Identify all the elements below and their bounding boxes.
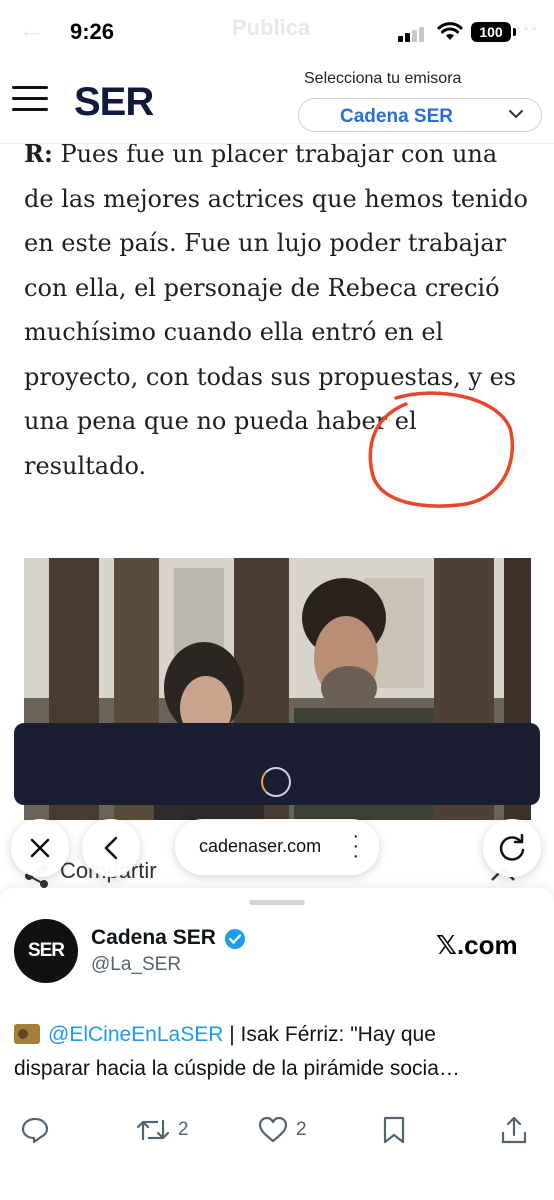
url-bar[interactable]: cadenaser.com · · · <box>175 819 379 875</box>
station-select[interactable]: Cadena SER <box>298 98 542 132</box>
back-icon <box>104 836 118 860</box>
status-bar: ← 9:26 Publica ⋯ 100 <box>0 0 554 62</box>
tweet-actions: 2 2 <box>0 1110 554 1150</box>
like-count: 2 <box>296 1119 307 1140</box>
close-button[interactable] <box>11 819 69 877</box>
station-select-value: Cadena SER <box>340 106 453 127</box>
bookmark-icon <box>383 1116 405 1144</box>
battery-indicator: 100 <box>471 22 511 42</box>
like-icon <box>258 1116 288 1143</box>
loading-overlay <box>14 723 540 805</box>
retweet-count: 2 <box>178 1119 189 1140</box>
retweet-button[interactable]: 2 <box>136 1110 189 1150</box>
verified-icon <box>225 929 245 949</box>
display-name[interactable]: Cadena SER <box>91 926 216 950</box>
station-label: Selecciona tu emisora <box>304 70 462 87</box>
upload-icon <box>501 1116 527 1144</box>
close-icon <box>30 838 50 858</box>
reply-icon <box>21 1117 49 1144</box>
avatar[interactable]: SER <box>14 919 78 983</box>
loading-spinner-icon <box>261 767 291 797</box>
tweet-text-line1: | Isak Férriz: "Hay que <box>223 1023 436 1046</box>
back-button[interactable] <box>82 819 140 877</box>
ghost-page-title: Publica <box>232 15 311 40</box>
radio-emoji-icon <box>14 1024 40 1044</box>
cellular-signal-icon <box>398 26 428 42</box>
chevron-down-icon <box>509 110 523 119</box>
more-icon[interactable]: · · · <box>352 826 359 866</box>
url-text: cadenaser.com <box>199 836 322 856</box>
battery-tip <box>513 28 516 36</box>
status-time: 9:26 <box>70 19 115 44</box>
ghost-back-icon: ← <box>18 14 44 44</box>
reload-button[interactable] <box>483 819 541 877</box>
red-circle-annotation <box>368 391 515 508</box>
like-button[interactable]: 2 <box>258 1110 307 1150</box>
ser-logo[interactable]: SER <box>74 80 154 125</box>
hamburger-icon[interactable] <box>12 84 48 114</box>
tweet-text-line2: disparar hacia la cúspide de la pirámide… <box>14 1057 460 1080</box>
wifi-icon <box>437 22 463 40</box>
sheet-grabber[interactable] <box>249 900 305 905</box>
reload-icon <box>499 834 525 861</box>
ghost-more-icon: ⋯ <box>514 15 538 42</box>
handle[interactable]: @La_SER <box>91 954 181 976</box>
mention-link[interactable]: @ElCineEnLaSER <box>48 1023 223 1046</box>
share-tweet-button[interactable] <box>500 1110 528 1150</box>
reply-button[interactable] <box>20 1110 50 1150</box>
retweet-icon <box>136 1119 170 1141</box>
site-header: SER Selecciona tu emisora Cadena SER <box>0 62 554 144</box>
tweet-text[interactable]: @ElCineEnLaSER | Isak Férriz: "Hay que d… <box>14 1018 542 1086</box>
bookmark-button[interactable] <box>382 1110 406 1150</box>
x-com-logo[interactable]: 𝕏.com <box>436 930 518 961</box>
tweet-card[interactable]: SER Cadena SER @La_SER 𝕏.com @ElCineEnLa… <box>0 888 554 1200</box>
